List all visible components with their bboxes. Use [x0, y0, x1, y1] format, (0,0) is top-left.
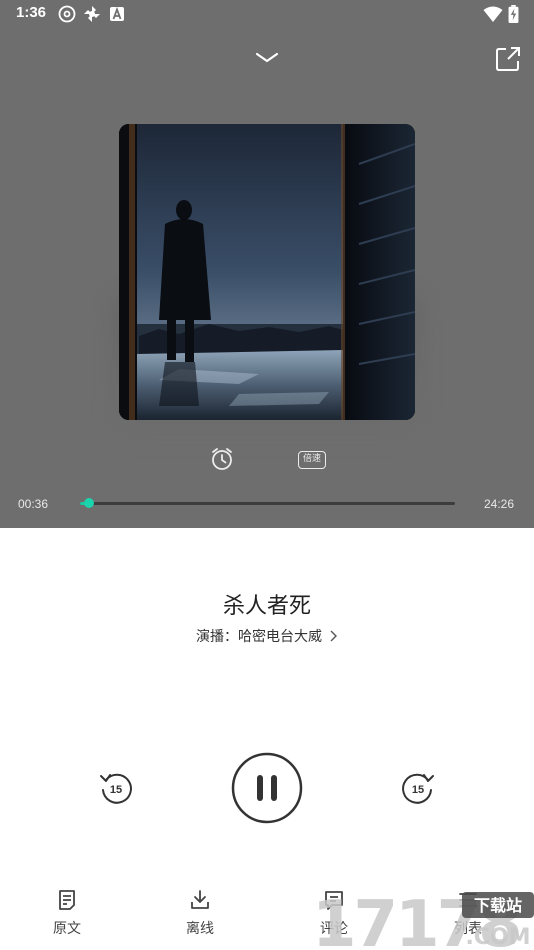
- elapsed-time: 00:36: [18, 497, 49, 511]
- pause-button[interactable]: [231, 752, 303, 824]
- speed-label: 倍速: [302, 454, 321, 464]
- document-icon: [59, 890, 75, 910]
- nav-item-offline[interactable]: 离线: [160, 884, 240, 938]
- battery-charging-icon: [508, 5, 519, 23]
- status-bar: 1:36: [0, 0, 534, 28]
- disc-icon: [58, 5, 76, 23]
- rewind-15-icon[interactable]: 15: [98, 770, 134, 806]
- total-duration: 24:26: [484, 497, 515, 511]
- watermark-sub1: 下载站: [474, 896, 522, 915]
- share-external-icon[interactable]: [494, 45, 522, 73]
- nav-item-original-text[interactable]: 原文: [27, 884, 107, 938]
- speed-button[interactable]: 倍速: [298, 451, 326, 469]
- rewind-label: 15: [110, 784, 122, 796]
- status-time: 1:36: [16, 4, 47, 21]
- artist-link[interactable]: 演播：哈密电台大威: [0, 626, 534, 646]
- wifi-icon: [483, 6, 503, 22]
- forward-15-icon[interactable]: 15: [400, 770, 436, 806]
- forward-label: 15: [412, 784, 424, 796]
- chevron-down-icon[interactable]: [252, 46, 282, 68]
- progress-bar[interactable]: [80, 498, 455, 508]
- watermark-sub2: .COM: [465, 925, 530, 950]
- alarm-clock-icon[interactable]: [209, 446, 235, 472]
- nav-label-original-text: 原文: [53, 921, 81, 937]
- nav-label-offline: 离线: [186, 921, 214, 937]
- track-title: 杀人者死: [222, 594, 311, 619]
- site-watermark-logo: 17178 下载站 .COM: [312, 888, 534, 950]
- download-icon: [191, 890, 209, 909]
- album-cover: [119, 124, 415, 420]
- artist-label: 演播：哈密电台大威: [196, 629, 322, 645]
- chevron-right-icon: [330, 630, 337, 642]
- text-a-icon: [110, 6, 124, 21]
- pinwheel-icon: [84, 6, 100, 22]
